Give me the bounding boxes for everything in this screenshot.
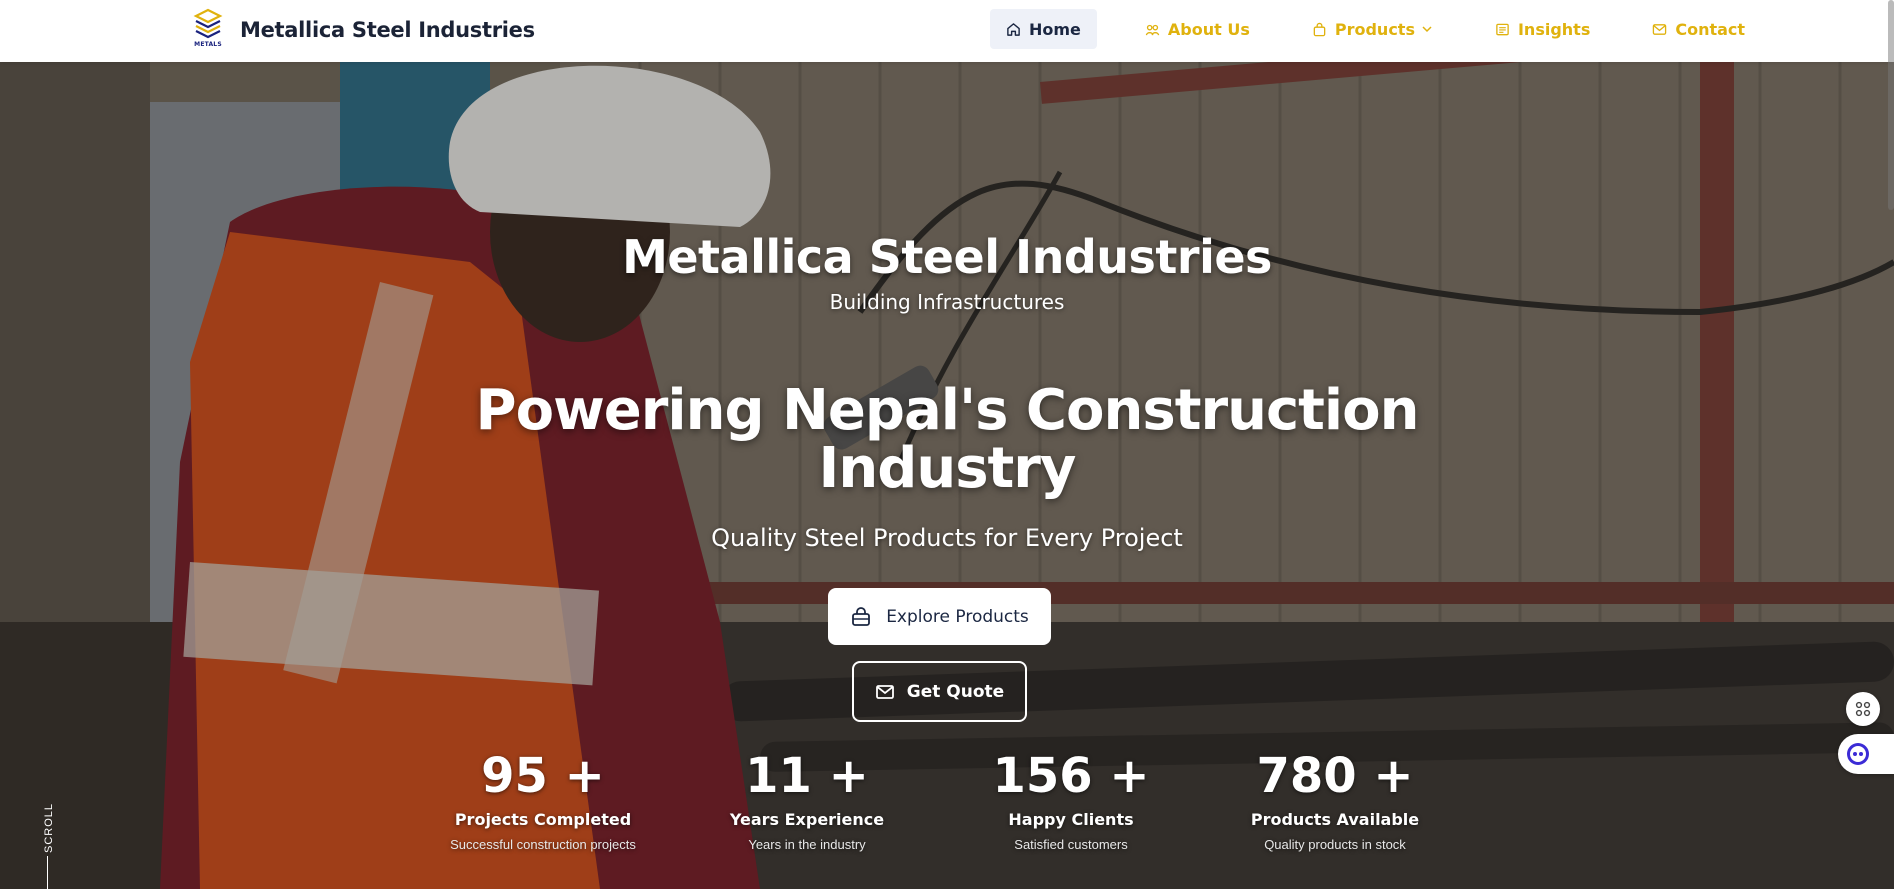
stat-label: Products Available [1250,810,1420,829]
scroll-label: SCROLL [43,802,56,854]
about-icon [1145,22,1160,37]
stat-number: 11 + [745,748,869,804]
scroll-indicator[interactable]: SCROLL [38,792,56,889]
scroll-line [47,856,48,889]
nav-item-label: About Us [1167,19,1250,39]
brand-logo: METALS [190,8,226,52]
bag-icon [850,606,872,628]
stat-number: 156 + [992,748,1150,804]
stat-label: Projects Completed [454,810,632,829]
assistant-icon [1847,743,1869,765]
bag-icon [1312,22,1327,37]
stat-desc: Satisfied customers [1014,837,1128,852]
nav-item-products[interactable]: Products [1296,9,1449,49]
stat-clients: 156 + Happy Clients Satisfied customers [941,748,1201,852]
headline-line-1: Powering Nepal's Construction [475,378,1420,443]
stats-row: 95 + Projects Completed Successful const… [0,748,1894,858]
get-quote-label: Get Quote [906,681,1005,702]
explore-products-button[interactable]: Explore Products [828,588,1051,645]
mail-icon [1652,22,1667,37]
stat-desc: Years in the industry [748,837,866,852]
widgets-button[interactable] [1846,692,1880,726]
chevron-down-icon [1421,23,1433,35]
grid-icon [1855,701,1871,717]
scrollbar-thumb[interactable] [1888,0,1894,210]
headline-line-2: Industry [818,436,1077,501]
stat-products: 780 + Products Available Quality product… [1205,748,1465,852]
top-navbar: METALS Metallica Steel Industries Home A… [0,0,1894,62]
company-subtitle: Building Infrastructures [829,290,1065,314]
home-icon [1006,22,1021,37]
nav-item-label: Insights [1517,19,1591,39]
company-title: Metallica Steel Industries [622,230,1272,284]
stat-label: Happy Clients [1008,810,1134,829]
stat-desc: Quality products in stock [1264,837,1406,852]
hero-content: Metallica Steel Industries Building Infr… [0,62,1894,889]
stat-number: 780 + [1256,748,1414,804]
nav-item-contact[interactable]: Contact [1636,9,1761,49]
stat-experience: 11 + Years Experience Years in the indus… [677,748,937,852]
hero-headline: Powering Nepal's Construction Industry [0,382,1894,498]
hero-tagline: Quality Steel Products for Every Project [711,524,1183,552]
nav-item-home[interactable]: Home [990,9,1097,49]
mail-icon [875,682,895,702]
logo-icon [193,8,223,39]
stat-label: Years Experience [729,810,885,829]
get-quote-button[interactable]: Get Quote [852,661,1027,722]
stat-projects: 95 + Projects Completed Successful const… [413,748,673,852]
hero-section: Metallica Steel Industries Building Infr… [0,62,1894,889]
stat-desc: Successful construction projects [450,837,636,852]
nav-links: Home About Us Products Insights Contact [990,9,1791,49]
insights-icon [1495,22,1510,37]
explore-products-label: Explore Products [886,606,1029,627]
brand[interactable]: METALS Metallica Steel Industries [190,6,535,54]
nav-item-about[interactable]: About Us [1129,9,1266,49]
stat-number: 95 + [481,748,605,804]
brand-name: Metallica Steel Industries [240,18,535,42]
logo-text: METALS [194,41,222,48]
nav-item-label: Contact [1675,19,1746,39]
nav-item-label: Home [1029,19,1081,39]
page-scrollbar[interactable] [1886,0,1894,889]
nav-item-insights[interactable]: Insights [1479,9,1606,49]
nav-item-label: Products [1334,19,1415,39]
